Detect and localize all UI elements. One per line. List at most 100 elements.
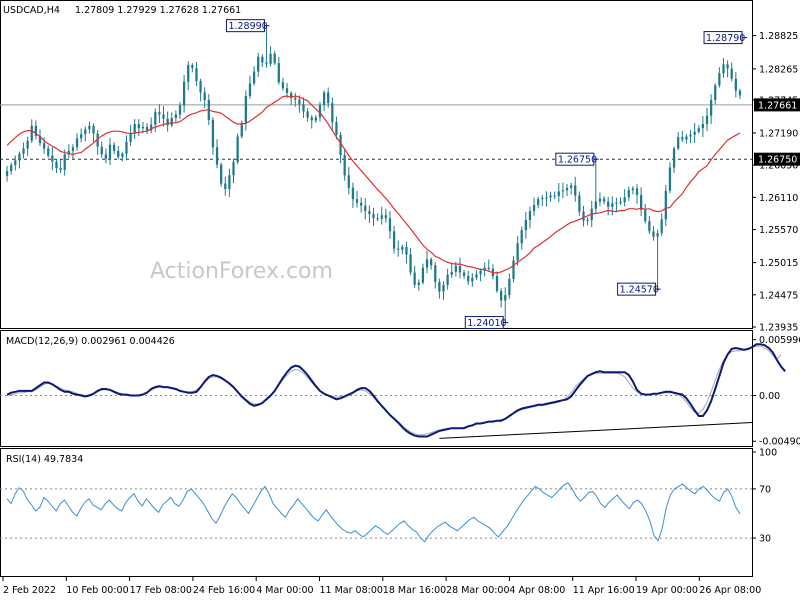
price-label-text: 1.28790 [706,33,745,44]
candle-body [627,190,630,198]
candle-body [42,143,46,149]
candle-body [63,154,66,170]
main-y-axis: 1.288251.282651.277451.271901.266501.261… [752,31,800,334]
candle-body [158,112,161,115]
candle-body [405,246,408,255]
candlestick-series [5,25,742,323]
candle-body [471,277,474,282]
usdcad-chart-svg: ActionForex.com USDCAD,H4 1.27809 1.2792… [0,0,800,596]
candle-body [401,246,404,250]
candle-body [174,114,178,119]
candle-body [512,260,515,280]
candle-body [220,164,223,184]
candle-body [372,214,375,219]
x-tick-label: 24 Feb 16:00 [193,585,255,596]
candle-body [668,167,672,191]
candle-body [248,83,252,96]
y-tick-label: 1.24475 [759,290,798,301]
candle-body [80,134,83,139]
candle-body [364,205,367,212]
candle-body [55,161,58,169]
candle-body [30,125,33,141]
candle-body [117,150,120,157]
candle-body [100,146,103,155]
x-tick-label: 11 Mar 08:00 [320,585,383,596]
rsi-y-tick-label: 100 [759,448,777,459]
candle-body [199,81,202,93]
price-label-text: 1.28990 [228,21,267,32]
candle-body [652,231,655,237]
candle-body [495,276,499,291]
moving-average-line [6,95,741,274]
candle-body [582,211,585,221]
candle-body [211,119,215,148]
macd-y-axis: 0.005996 0.00 -0.004901 [752,335,800,448]
y-tick-label: 1.27190 [759,128,798,139]
candle-body [141,126,145,129]
candle-body [421,267,425,283]
x-tick-label: 19 Apr 00:00 [636,585,698,596]
candle-body [722,64,725,74]
candle-body [347,175,350,188]
candle-body [454,265,457,272]
candle-body [656,233,659,237]
x-tick-label: 4 Apr 08:00 [509,585,565,596]
y-tick-label: 1.23935 [759,323,798,334]
candle-body [240,122,243,137]
candle-body [709,100,713,116]
rsi-series [0,482,752,543]
candle-body [294,97,297,100]
candle-body [672,148,676,168]
candle-body [697,128,700,132]
candle-body [203,92,206,101]
macd-signal-line [6,345,782,436]
candle-body [59,168,62,170]
candle-body [660,219,663,234]
rsi-y-tick-label: 70 [759,484,771,495]
price-label-text: 1.24570 [620,285,659,296]
candle-body [92,125,95,134]
rsi-line [6,482,741,543]
candle-body [602,198,606,202]
candle-body [170,118,173,126]
candle-body [228,175,231,189]
main-price-guides [0,104,752,160]
candle-body [380,215,383,219]
candle-body [730,68,733,79]
rsi-panel-frame [0,448,753,577]
candle-body [281,82,285,89]
candle-body [685,136,688,140]
candle-body [569,185,573,188]
candle-body [376,218,379,220]
candle-body [417,282,420,285]
candle-body [615,202,618,204]
candle-body [475,274,478,278]
y-tick-label: 1.26110 [759,193,798,204]
y-tick-label: 1.28825 [759,31,798,42]
rsi-header: RSI(14) 49.7834 [6,454,83,465]
main-header-ohlc: 1.27809 1.27929 1.27628 1.27661 [75,5,241,16]
candle-body [611,203,614,207]
macd-trendline [439,422,753,439]
macd-y-tick-label: 0.005996 [759,335,800,346]
candle-body [397,248,400,250]
candle-body [75,138,79,148]
candle-body [191,64,194,68]
candle-body [273,53,276,64]
candle-body [355,199,359,203]
candle-body [265,62,268,64]
chart-root: ActionForex.com USDCAD,H4 1.27809 1.2792… [0,0,800,600]
candle-body [508,279,511,296]
candle-body [10,165,13,172]
level-price-tag-label: 1.26750 [758,155,797,166]
candle-body [88,125,91,130]
candle-body [446,274,449,285]
candle-body [594,201,597,209]
candle-body [112,144,116,151]
candle-body [718,73,721,86]
candle-body [714,85,717,101]
macd-panel-frame [0,330,753,447]
candle-body [528,211,532,220]
candle-body [71,147,75,151]
macd-main-line [6,343,786,438]
